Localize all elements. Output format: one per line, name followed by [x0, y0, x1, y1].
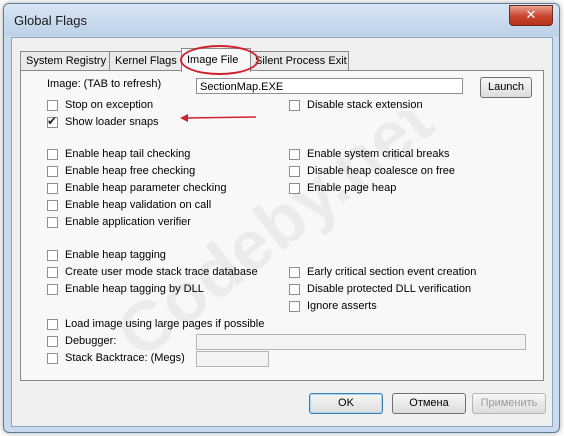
tab-label: Image File	[187, 54, 239, 66]
close-icon: ✕	[525, 8, 537, 23]
checkbox-label: Ignore asserts	[307, 300, 377, 312]
tab-label: System Registry	[26, 55, 107, 67]
checkbox-box[interactable]	[47, 216, 58, 228]
close-button[interactable]: ✕	[509, 5, 553, 26]
global-flags-window: Global Flags ✕ System Registry Kernel Fl…	[3, 3, 560, 433]
tab-image-file[interactable]: Image File	[181, 48, 251, 72]
heap-free-checking-checkbox[interactable]: Enable heap free checking	[47, 165, 195, 177]
disable-protected-dll-checkbox[interactable]: Disable protected DLL verification	[289, 283, 471, 295]
checkbox-label: Enable application verifier	[65, 216, 191, 228]
user-mode-stack-trace-checkbox[interactable]: Create user mode stack trace database	[47, 266, 258, 278]
checkbox-box[interactable]	[47, 335, 58, 347]
heap-validation-on-call-checkbox[interactable]: Enable heap validation on call	[47, 199, 211, 211]
tab-label: Silent Process Exit	[255, 55, 347, 67]
checkbox-box[interactable]	[289, 283, 300, 295]
checkbox-label: Enable system critical breaks	[307, 148, 450, 160]
cancel-button[interactable]: Отмена	[392, 393, 466, 414]
checkbox-box[interactable]	[289, 148, 300, 160]
checkbox-box[interactable]	[47, 99, 58, 111]
checkbox-box[interactable]: ✔	[47, 113, 58, 128]
show-loader-snaps-checkbox[interactable]: ✔ Show loader snaps	[47, 113, 159, 128]
heap-parameter-checking-checkbox[interactable]: Enable heap parameter checking	[47, 182, 226, 194]
page-heap-checkbox[interactable]: Enable page heap	[289, 182, 396, 194]
stop-on-exception-checkbox[interactable]: Stop on exception	[47, 99, 153, 111]
window-title: Global Flags	[14, 13, 87, 28]
checkbox-label: Load image using large pages if possible	[65, 318, 265, 330]
checkbox-box[interactable]	[47, 352, 58, 364]
checkbox-label: Disable heap coalesce on free	[307, 165, 455, 177]
stack-backtrace-field[interactable]	[196, 351, 269, 367]
image-file-panel: Image: (TAB to refresh) SectionMap.EXE L…	[20, 70, 544, 381]
checkbox-box[interactable]	[47, 182, 58, 194]
dialog-client-area: System Registry Kernel Flags Image File …	[11, 37, 553, 427]
apply-button[interactable]: Применить	[472, 393, 546, 414]
tab-system-registry[interactable]: System Registry	[20, 51, 110, 71]
debugger-field[interactable]	[196, 334, 526, 350]
checkbox-label: Early critical section event creation	[307, 266, 477, 278]
ignore-asserts-checkbox[interactable]: Ignore asserts	[289, 300, 377, 312]
checkbox-label: Enable heap tagging	[65, 249, 166, 261]
checkbox-box[interactable]	[47, 148, 58, 160]
checkbox-label: Enable heap free checking	[65, 165, 196, 177]
tab-silent-process-exit[interactable]: Silent Process Exit	[249, 51, 349, 71]
disable-stack-extension-checkbox[interactable]: Disable stack extension	[289, 99, 423, 111]
tab-label: Kernel Flags	[115, 55, 177, 67]
checkbox-box[interactable]	[47, 318, 58, 330]
application-verifier-checkbox[interactable]: Enable application verifier	[47, 216, 191, 228]
checkbox-box[interactable]	[289, 300, 300, 312]
checkbox-box[interactable]	[47, 199, 58, 211]
checkbox-box[interactable]	[289, 266, 300, 278]
checkbox-label: Stack Backtrace: (Megs)	[65, 352, 185, 364]
launch-button[interactable]: Launch	[480, 77, 532, 98]
checkbox-label: Enable heap validation on call	[65, 199, 212, 211]
checkbox-box[interactable]	[47, 266, 58, 278]
ok-button[interactable]: OK	[309, 393, 383, 414]
checkbox-label: Debugger:	[65, 335, 117, 347]
checkbox-label: Enable page heap	[307, 182, 397, 194]
checkbox-label: Disable protected DLL verification	[307, 283, 472, 295]
system-critical-breaks-checkbox[interactable]: Enable system critical breaks	[289, 148, 449, 160]
debugger-checkbox[interactable]: Debugger:	[47, 335, 116, 347]
checkbox-label: Create user mode stack trace database	[65, 266, 258, 278]
checkbox-label: Enable heap parameter checking	[65, 182, 227, 194]
checkbox-box[interactable]	[47, 165, 58, 177]
checkbox-box[interactable]	[289, 182, 300, 194]
annotation-arrow-icon	[180, 114, 257, 122]
checkbox-label: Show loader snaps	[65, 116, 159, 128]
checkbox-label: Enable heap tail checking	[65, 148, 191, 160]
title-bar[interactable]: Global Flags ✕	[4, 4, 559, 36]
heap-tail-checking-checkbox[interactable]: Enable heap tail checking	[47, 148, 190, 160]
checkbox-label: Enable heap tagging by DLL	[65, 283, 204, 295]
large-pages-checkbox[interactable]: Load image using large pages if possible	[47, 318, 264, 330]
checkbox-box[interactable]	[289, 99, 300, 111]
checkbox-box[interactable]	[47, 249, 58, 261]
early-critical-section-checkbox[interactable]: Early critical section event creation	[289, 266, 476, 278]
heap-tagging-by-dll-checkbox[interactable]: Enable heap tagging by DLL	[47, 283, 204, 295]
checkmark-icon: ✔	[47, 113, 58, 128]
stack-backtrace-checkbox[interactable]: Stack Backtrace: (Megs)	[47, 352, 185, 364]
checkbox-box[interactable]	[47, 283, 58, 295]
checkbox-box[interactable]	[289, 165, 300, 177]
image-name-field[interactable]: SectionMap.EXE	[196, 78, 463, 94]
image-label: Image: (TAB to refresh)	[47, 78, 162, 90]
checkbox-label: Stop on exception	[65, 99, 154, 111]
heap-tagging-checkbox[interactable]: Enable heap tagging	[47, 249, 166, 261]
disable-heap-coalesce-checkbox[interactable]: Disable heap coalesce on free	[289, 165, 455, 177]
tab-kernel-flags[interactable]: Kernel Flags	[109, 51, 182, 71]
checkbox-label: Disable stack extension	[307, 99, 423, 111]
